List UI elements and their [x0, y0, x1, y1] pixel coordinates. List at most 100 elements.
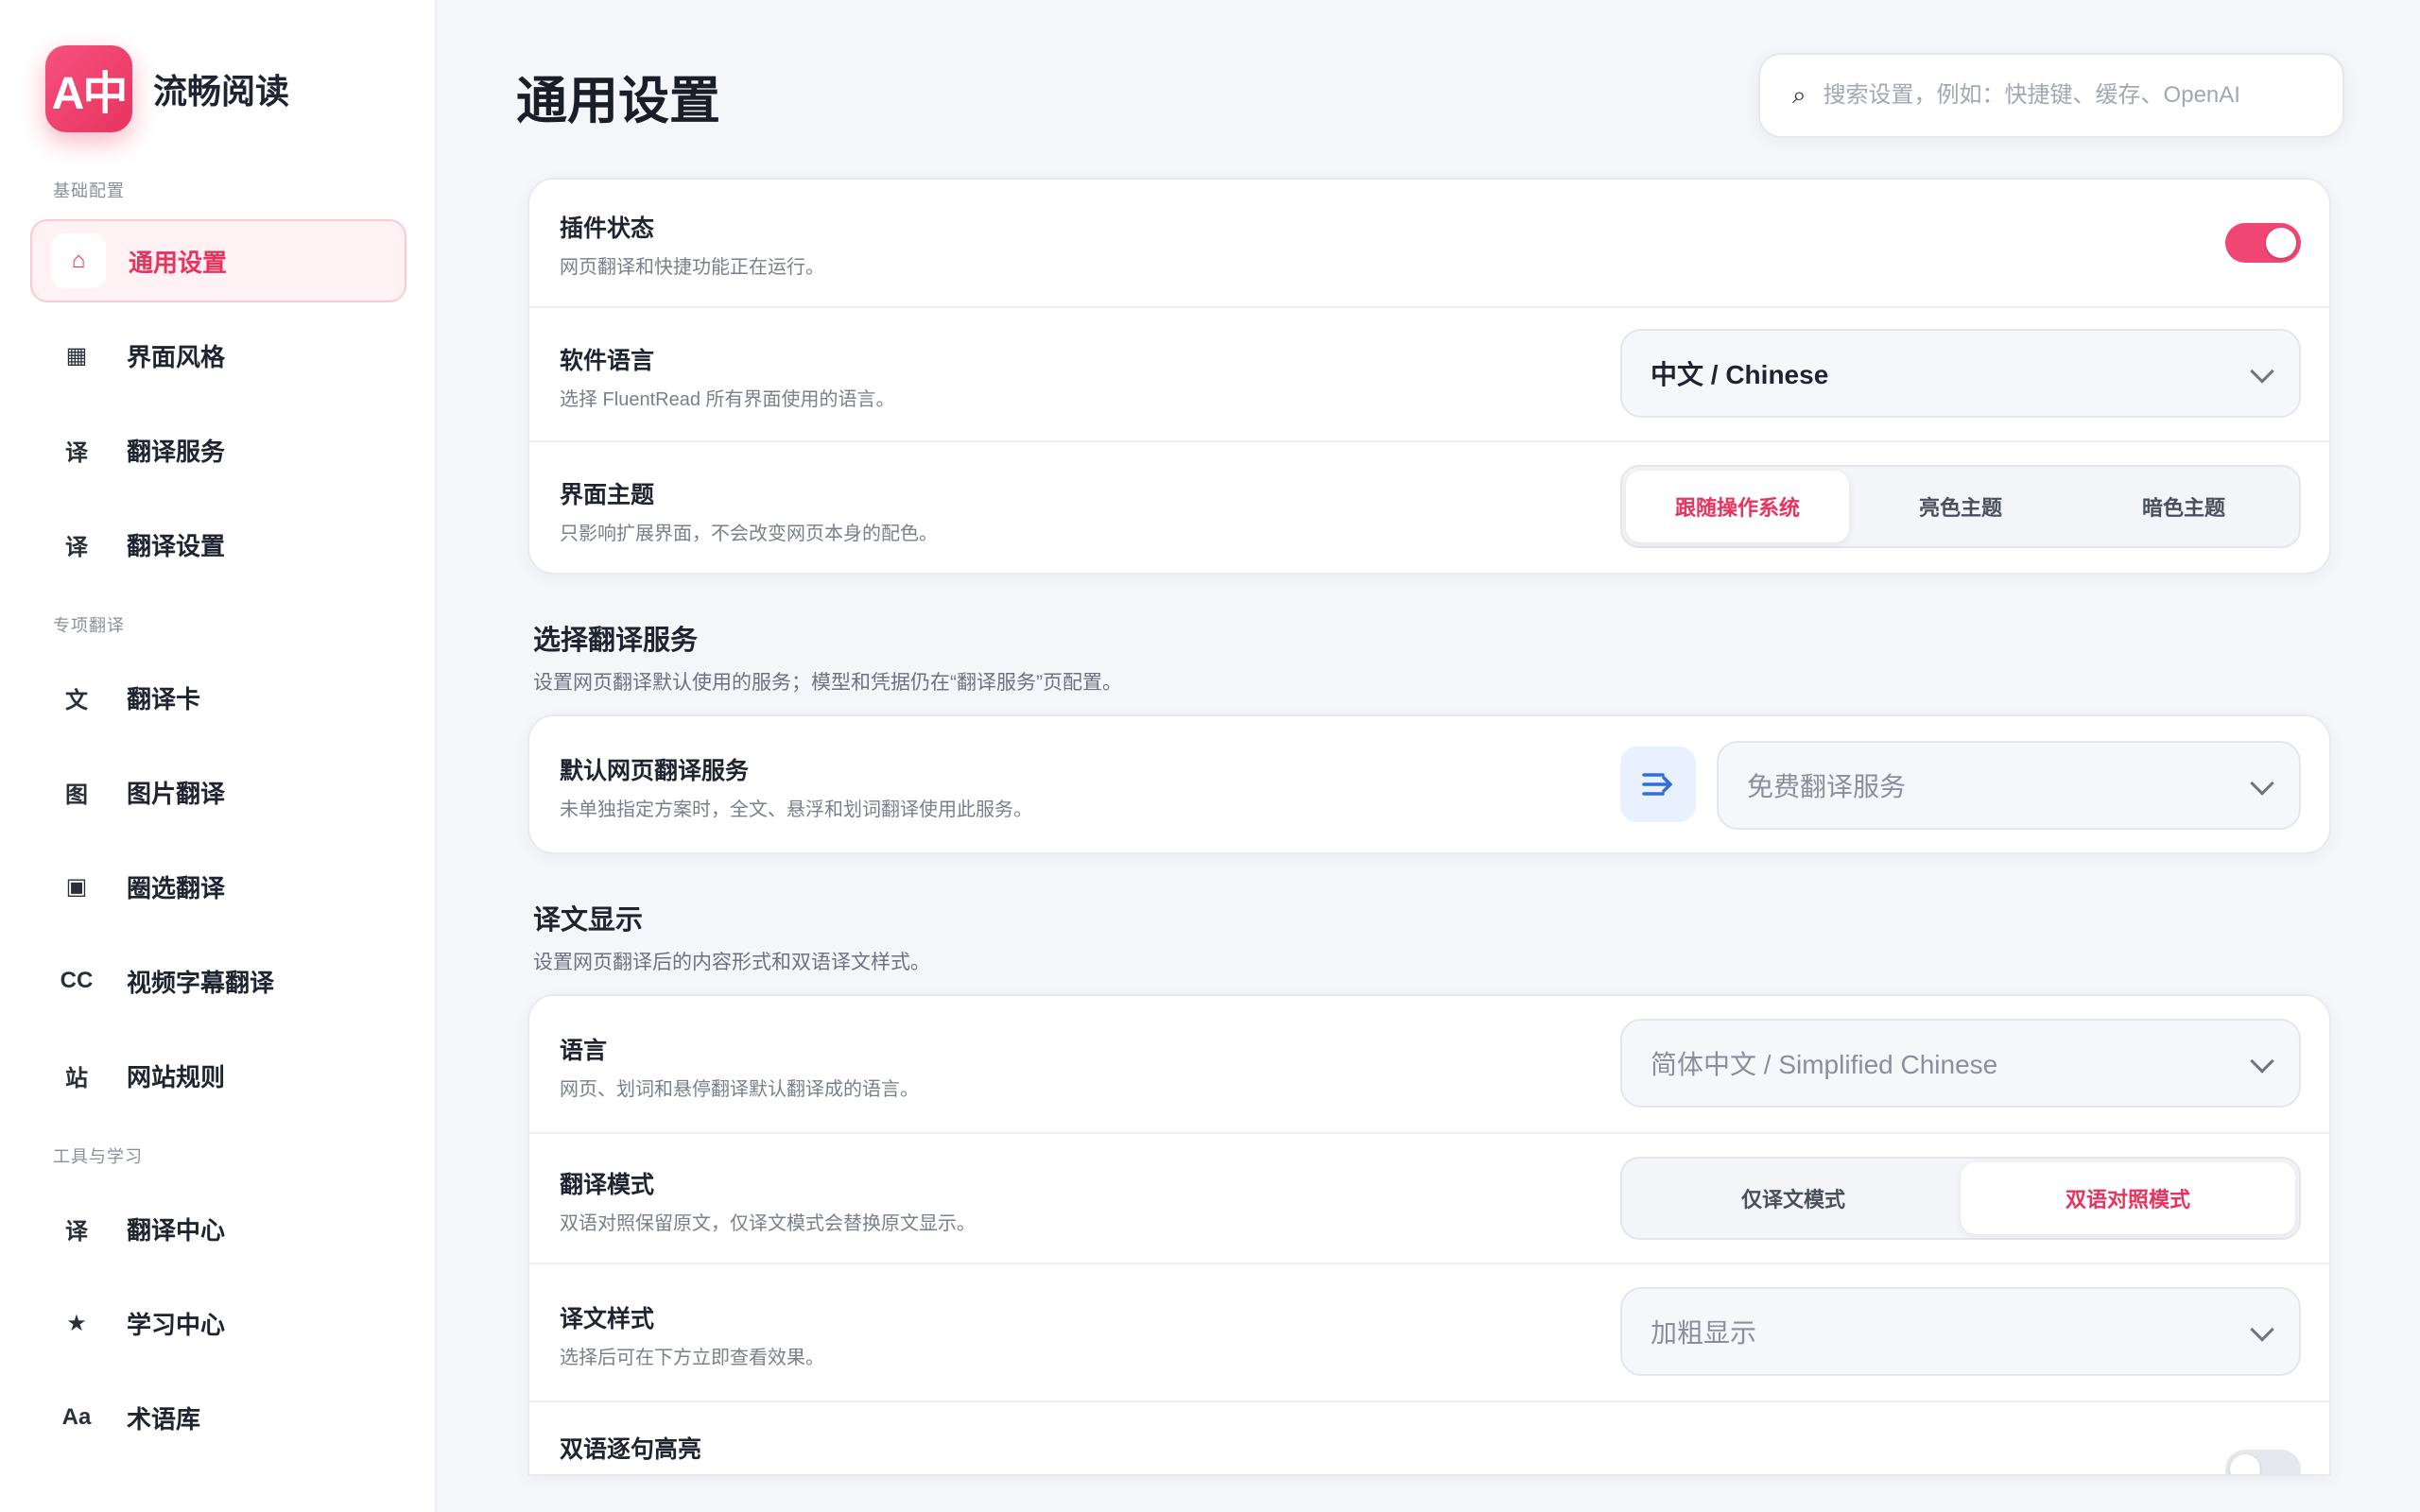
star-icon: ★ — [66, 1310, 87, 1336]
nav-group-label-basic: 基础配置 — [53, 181, 125, 200]
mode-option-translation-only[interactable]: 仅译文模式 — [1626, 1162, 1961, 1234]
setting-desc: 选择 FluentRead 所有界面使用的语言。 — [560, 389, 895, 410]
app-logo-icon: A中 — [45, 45, 132, 132]
sidebar-item-site-rules[interactable]: 站 网站规则 — [30, 1034, 406, 1117]
arrow-lines-icon — [1642, 773, 1672, 796]
search-icon: ⌕ — [1792, 80, 1806, 109]
translate-icon: 译 — [65, 439, 88, 466]
sidebar-item-label: 学习中心 — [127, 1310, 226, 1339]
select-value: 免费翻译服务 — [1747, 772, 1907, 801]
sentence-highlight-toggle[interactable] — [2225, 1450, 2301, 1474]
app-title: 流畅阅读 — [153, 72, 290, 111]
sidebar-item-label: 翻译卡 — [127, 684, 201, 713]
sidebar-item-label: 翻译服务 — [127, 437, 226, 466]
chevron-down-icon — [2250, 771, 2274, 796]
default-service-select[interactable]: 免费翻译服务 — [1717, 741, 2301, 830]
translation-mode-segmented-control: 仅译文模式 双语对照模式 — [1620, 1157, 2301, 1240]
section-title-display: 译文显示 — [533, 905, 644, 936]
site-icon: 站 — [65, 1065, 88, 1091]
sidebar-item-translation-center[interactable]: 译 翻译中心 — [30, 1187, 406, 1270]
theme-option-light[interactable]: 亮色主题 — [1849, 471, 2072, 542]
sidebar-item-selection-translation[interactable]: ▣ 圈选翻译 — [30, 845, 406, 928]
sidebar-item-learning-center[interactable]: ★ 学习中心 — [30, 1281, 406, 1365]
nav-group-label-special: 专项翻译 — [53, 616, 125, 635]
translation-service-icon — [1620, 747, 1696, 822]
setting-desc: 网页翻译和快捷功能正在运行。 — [560, 257, 824, 278]
sidebar-item-label: 网站规则 — [127, 1062, 226, 1091]
setting-title: 翻译模式 — [560, 1172, 655, 1198]
setting-row-translation-mode: 翻译模式 双语对照保留原文，仅译文模式会替换原文显示。 仅译文模式 双语对照模式 — [529, 1134, 2329, 1264]
chevron-down-icon — [2250, 1317, 2274, 1342]
setting-desc: 选择后可在下方立即查看效果。 — [560, 1348, 824, 1368]
setting-desc: 网页、划词和悬停翻译默认翻译成的语言。 — [560, 1079, 919, 1100]
software-language-select[interactable]: 中文 / Chinese — [1620, 329, 2301, 418]
glossary-icon: Aa — [61, 1404, 92, 1430]
setting-row-software-language: 软件语言 选择 FluentRead 所有界面使用的语言。 中文 / Chine… — [529, 308, 2329, 442]
sidebar-item-general-settings[interactable]: ⌂ 通用设置 — [30, 219, 406, 302]
sidebar-item-label: 视频字幕翻译 — [127, 968, 275, 997]
selection-icon: ▣ — [65, 873, 88, 900]
sidebar-item-translation-card[interactable]: 文 翻译卡 — [30, 656, 406, 739]
section-title-service: 选择翻译服务 — [533, 626, 699, 656]
select-value: 加粗显示 — [1651, 1318, 1757, 1348]
setting-desc: 未单独指定方案时，全文、悬浮和划词翻译使用此服务。 — [560, 799, 1032, 820]
page-title: 通用设置 — [516, 73, 720, 129]
setting-desc: 双语对照保留原文，仅译文模式会替换原文显示。 — [560, 1213, 976, 1234]
setting-title: 双语逐句高亮 — [560, 1436, 702, 1463]
home-icon: ⌂ — [51, 233, 106, 288]
display-card: 语言 网页、划词和悬停翻译默认翻译成的语言。 简体中文 / Simplified… — [527, 994, 2331, 1476]
search-box[interactable]: ⌕ — [1758, 53, 2344, 138]
sidebar-item-image-translation[interactable]: 图 图片翻译 — [30, 750, 406, 833]
chevron-down-icon — [2250, 1049, 2274, 1074]
setting-row-sentence-highlight: 双语逐句高亮 — [529, 1402, 2329, 1474]
plugin-status-toggle[interactable] — [2225, 223, 2301, 263]
setting-title: 默认网页翻译服务 — [560, 758, 750, 784]
target-language-select[interactable]: 简体中文 / Simplified Chinese — [1620, 1019, 2301, 1108]
search-input[interactable] — [1823, 82, 2315, 109]
subtitle-icon: CC — [60, 968, 94, 993]
text-card-icon: 文 — [65, 687, 88, 713]
setting-row-plugin-status: 插件状态 网页翻译和快捷功能正在运行。 — [529, 180, 2329, 308]
nav-group-label-tools: 工具与学习 — [53, 1147, 143, 1166]
image-icon: 图 — [65, 782, 88, 808]
theme-option-dark[interactable]: 暗色主题 — [2072, 471, 2295, 542]
setting-title: 软件语言 — [560, 348, 655, 374]
theme-option-system[interactable]: 跟随操作系统 — [1626, 471, 1849, 542]
translate-icon: 译 — [65, 1218, 88, 1245]
chevron-down-icon — [2250, 359, 2274, 384]
sidebar-item-label: 翻译设置 — [127, 531, 226, 560]
brand: A中 流畅阅读 — [45, 45, 289, 132]
translation-style-select[interactable]: 加粗显示 — [1620, 1287, 2301, 1376]
palette-icon: ▦ — [65, 342, 88, 369]
sidebar-item-label: 翻译中心 — [127, 1215, 226, 1245]
section-desc-service: 设置网页翻译默认使用的服务；模型和凭据仍在“翻译服务”页配置。 — [533, 672, 1122, 694]
setting-title: 界面主题 — [560, 482, 655, 508]
sidebar-item-video-subtitle[interactable]: CC 视频字幕翻译 — [30, 939, 406, 1022]
sidebar-item-translation-service[interactable]: 译 翻译服务 — [30, 408, 406, 491]
setting-row-theme: 界面主题 只影响扩展界面，不会改变网页本身的配色。 跟随操作系统 亮色主题 暗色… — [529, 442, 2329, 573]
mode-option-bilingual[interactable]: 双语对照模式 — [1961, 1162, 2295, 1234]
service-card: 默认网页翻译服务 未单独指定方案时，全文、悬浮和划词翻译使用此服务。 免费翻译服… — [527, 714, 2331, 854]
toggle-knob — [2266, 228, 2296, 258]
setting-desc: 只影响扩展界面，不会改变网页本身的配色。 — [560, 524, 938, 544]
sidebar-item-label: 界面风格 — [127, 342, 226, 371]
sidebar-item-label: 术语库 — [127, 1404, 201, 1434]
translate-icon: 译 — [65, 534, 88, 560]
general-settings-card: 插件状态 网页翻译和快捷功能正在运行。 软件语言 选择 FluentRead 所… — [527, 178, 2331, 575]
sidebar-item-translation-settings[interactable]: 译 翻译设置 — [30, 503, 406, 586]
setting-row-default-service: 默认网页翻译服务 未单独指定方案时，全文、悬浮和划词翻译使用此服务。 免费翻译服… — [529, 716, 2329, 852]
setting-row-target-language: 语言 网页、划词和悬停翻译默认翻译成的语言。 简体中文 / Simplified… — [529, 996, 2329, 1134]
sidebar-item-label: 通用设置 — [129, 248, 228, 277]
theme-segmented-control: 跟随操作系统 亮色主题 暗色主题 — [1620, 465, 2301, 548]
setting-row-translation-style: 译文样式 选择后可在下方立即查看效果。 加粗显示 — [529, 1264, 2329, 1402]
sidebar-item-glossary[interactable]: Aa 术语库 — [30, 1376, 406, 1459]
setting-title: 译文样式 — [560, 1306, 655, 1332]
sidebar-item-label: 图片翻译 — [127, 779, 226, 808]
section-desc-display: 设置网页翻译后的内容形式和双语译文样式。 — [533, 952, 930, 973]
select-value: 简体中文 / Simplified Chinese — [1651, 1050, 1998, 1079]
sidebar: A中 流畅阅读 基础配置 ⌂ 通用设置 ▦ 界面风格 译 翻译服务 译 翻译设置… — [0, 0, 437, 1512]
sidebar-item-interface-style[interactable]: ▦ 界面风格 — [30, 314, 406, 397]
setting-title: 插件状态 — [560, 215, 655, 242]
sidebar-item-label: 圈选翻译 — [127, 873, 226, 902]
select-value: 中文 / Chinese — [1651, 360, 1829, 389]
